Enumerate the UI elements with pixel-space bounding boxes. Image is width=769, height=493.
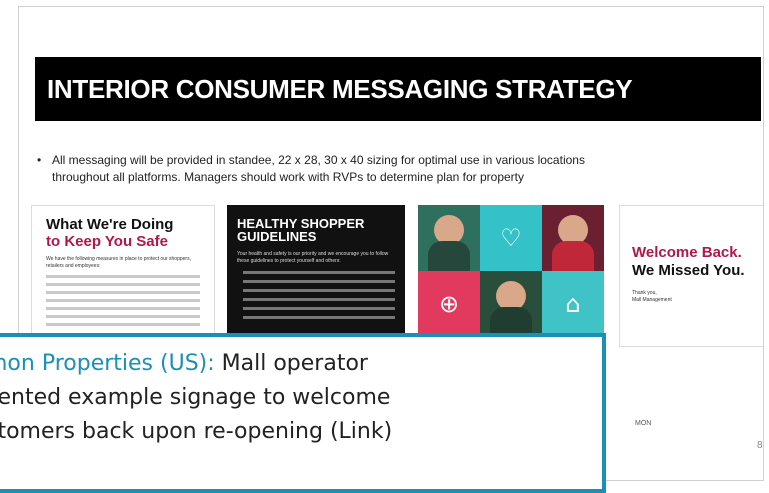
bullet-marker: • xyxy=(37,153,42,167)
caption-line-1: mon Properties (US): Mall operator xyxy=(0,347,602,381)
heart-tile: ♡ xyxy=(480,205,542,271)
bullet-text: • All messaging will be provided in stan… xyxy=(37,152,727,186)
text-line xyxy=(46,315,200,318)
bullet-line-2: throughout all platforms. Managers shoul… xyxy=(52,170,525,184)
first-aid-tile: ⊕ xyxy=(418,271,480,337)
missed-you-text: We Missed You. xyxy=(632,262,745,279)
text-line xyxy=(46,275,200,278)
bullet-line-1: All messaging will be provided in stande… xyxy=(52,153,585,167)
basket-icon: ⌂ xyxy=(565,290,581,318)
guidelines-heading: HEALTHY SHOPPER GUIDELINES xyxy=(237,217,405,243)
text-line xyxy=(46,291,200,294)
text-line xyxy=(243,307,395,310)
guidelines-heading-line-2: GUIDELINES xyxy=(237,229,317,244)
caption-box: mon Properties (US): Mall operator sente… xyxy=(0,333,606,493)
person-body xyxy=(428,241,470,271)
photo-collage: ♡ ⊕ ⌂ xyxy=(418,205,604,345)
text-line xyxy=(46,299,200,302)
employee-photo xyxy=(542,205,604,271)
keep-safe-heading: What We're Doing xyxy=(46,216,174,233)
welcome-back-sign: Welcome Back. We Missed You. Thank you, … xyxy=(619,205,763,347)
employees-photo xyxy=(480,271,542,337)
signoff-line-1: Thank you, xyxy=(632,290,657,296)
employee-photo xyxy=(418,205,480,271)
company-logo: MON xyxy=(635,420,652,427)
caption-org-name: mon Properties (US): xyxy=(0,351,215,376)
text-line xyxy=(243,271,395,274)
welcome-signoff: Thank you, Mall Management xyxy=(632,290,752,304)
keep-safe-subheading: to Keep You Safe xyxy=(46,233,168,250)
text-line xyxy=(46,323,200,326)
guidelines-intro: Your health and safety is our priority a… xyxy=(237,251,389,264)
text-line xyxy=(46,283,200,286)
keep-safe-intro: We have the following measures in place … xyxy=(46,256,191,269)
welcome-heading: Welcome Back. We Missed You. xyxy=(632,244,763,280)
text-line xyxy=(243,289,395,292)
page-number: 8 xyxy=(757,440,763,451)
caption-line-3: stomers back upon re-opening (Link) xyxy=(0,419,393,444)
text-line xyxy=(243,280,395,283)
first-aid-icon: ⊕ xyxy=(438,290,460,318)
slide-title: INTERIOR CONSUMER MESSAGING STRATEGY xyxy=(35,57,761,121)
keep-you-safe-sign: What We're Doing to Keep You Safe We hav… xyxy=(31,205,215,347)
text-line xyxy=(243,316,395,319)
caption-line-1-rest: Mall operator xyxy=(214,351,368,376)
person-body xyxy=(552,241,594,271)
welcome-back-text: Welcome Back. xyxy=(632,244,742,261)
text-line xyxy=(243,298,395,301)
caption-line-2: sented example signage to welcome xyxy=(0,385,391,410)
basket-tile: ⌂ xyxy=(542,271,604,337)
signoff-line-2: Mall Management xyxy=(632,297,672,303)
text-line xyxy=(46,307,200,310)
heart-icon: ♡ xyxy=(500,224,522,252)
healthy-shopper-sign: HEALTHY SHOPPER GUIDELINES Your health a… xyxy=(227,205,405,345)
